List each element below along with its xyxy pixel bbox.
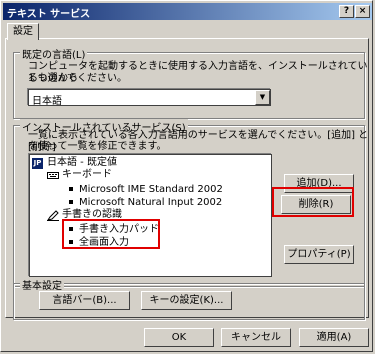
ok-button[interactable]: OK <box>144 328 214 347</box>
apply-button[interactable]: 適用(A) <box>299 328 369 347</box>
key-settings-button[interactable]: キーの設定(K)... <box>141 291 232 310</box>
close-button[interactable]: × <box>355 5 370 18</box>
tab-settings[interactable]: 設定 <box>7 23 39 40</box>
tree-item-fullscreen-input[interactable]: 全画面入力 <box>69 237 129 249</box>
jp-language-icon: JP <box>32 158 43 169</box>
tree-item-japanese[interactable]: 日本語 - 既定値 <box>47 157 117 169</box>
bullet-icon <box>69 240 73 244</box>
remove-button[interactable]: 削除(R) <box>281 195 351 214</box>
tree-item-keyboard[interactable]: キーボード <box>62 169 112 181</box>
window-title: テキスト サービス <box>7 9 91 20</box>
tree-item-handwriting[interactable]: 手書きの認識 <box>62 209 122 221</box>
fullscreen-input-label: 全画面入力 <box>79 237 129 248</box>
default-language-value: 日本語 <box>32 96 62 107</box>
pen-icon <box>46 210 59 225</box>
tree-item-handwriting-pad[interactable]: 手書き入力パッド <box>69 224 159 236</box>
tree-item-ime-standard[interactable]: Microsoft IME Standard 2002 <box>69 184 223 196</box>
default-language-group-label: 既定の言語(L) <box>20 46 88 61</box>
ime-natural-label: Microsoft Natural Input 2002 <box>79 197 223 208</box>
default-language-description-2: 1 つ選んでください。 <box>28 73 128 84</box>
installed-services-description-2: を使って一覧を修正できます。 <box>28 141 167 152</box>
properties-button[interactable]: プロパティ(P) <box>284 245 354 264</box>
chevron-down-icon[interactable]: ▼ <box>255 90 270 105</box>
bullet-icon <box>69 200 73 204</box>
services-tree[interactable]: JP 日本語 - 既定値 キーボード Microsoft IME Standar… <box>29 154 272 277</box>
help-button[interactable]: ? <box>339 5 354 18</box>
bullet-icon <box>69 187 73 191</box>
add-button[interactable]: 追加(D)... <box>284 174 354 193</box>
cancel-button[interactable]: キャンセル <box>221 328 291 347</box>
bullet-icon <box>69 227 73 231</box>
handwriting-pad-label: 手書き入力パッド <box>79 224 159 235</box>
basic-settings-group-label: 基本設定 <box>20 277 64 292</box>
title-bar[interactable]: テキスト サービス ? × <box>3 3 372 20</box>
language-bar-button[interactable]: 言語バー(B)... <box>39 291 130 310</box>
ime-standard-label: Microsoft IME Standard 2002 <box>79 184 223 195</box>
default-language-select[interactable]: 日本語 ▼ <box>28 89 271 107</box>
dialog-window: テキスト サービス ? × 設定 既定の言語(L) コンピュータを起動するときに… <box>0 0 373 352</box>
keyboard-icon <box>47 170 59 184</box>
tree-item-ime-natural[interactable]: Microsoft Natural Input 2002 <box>69 197 222 209</box>
